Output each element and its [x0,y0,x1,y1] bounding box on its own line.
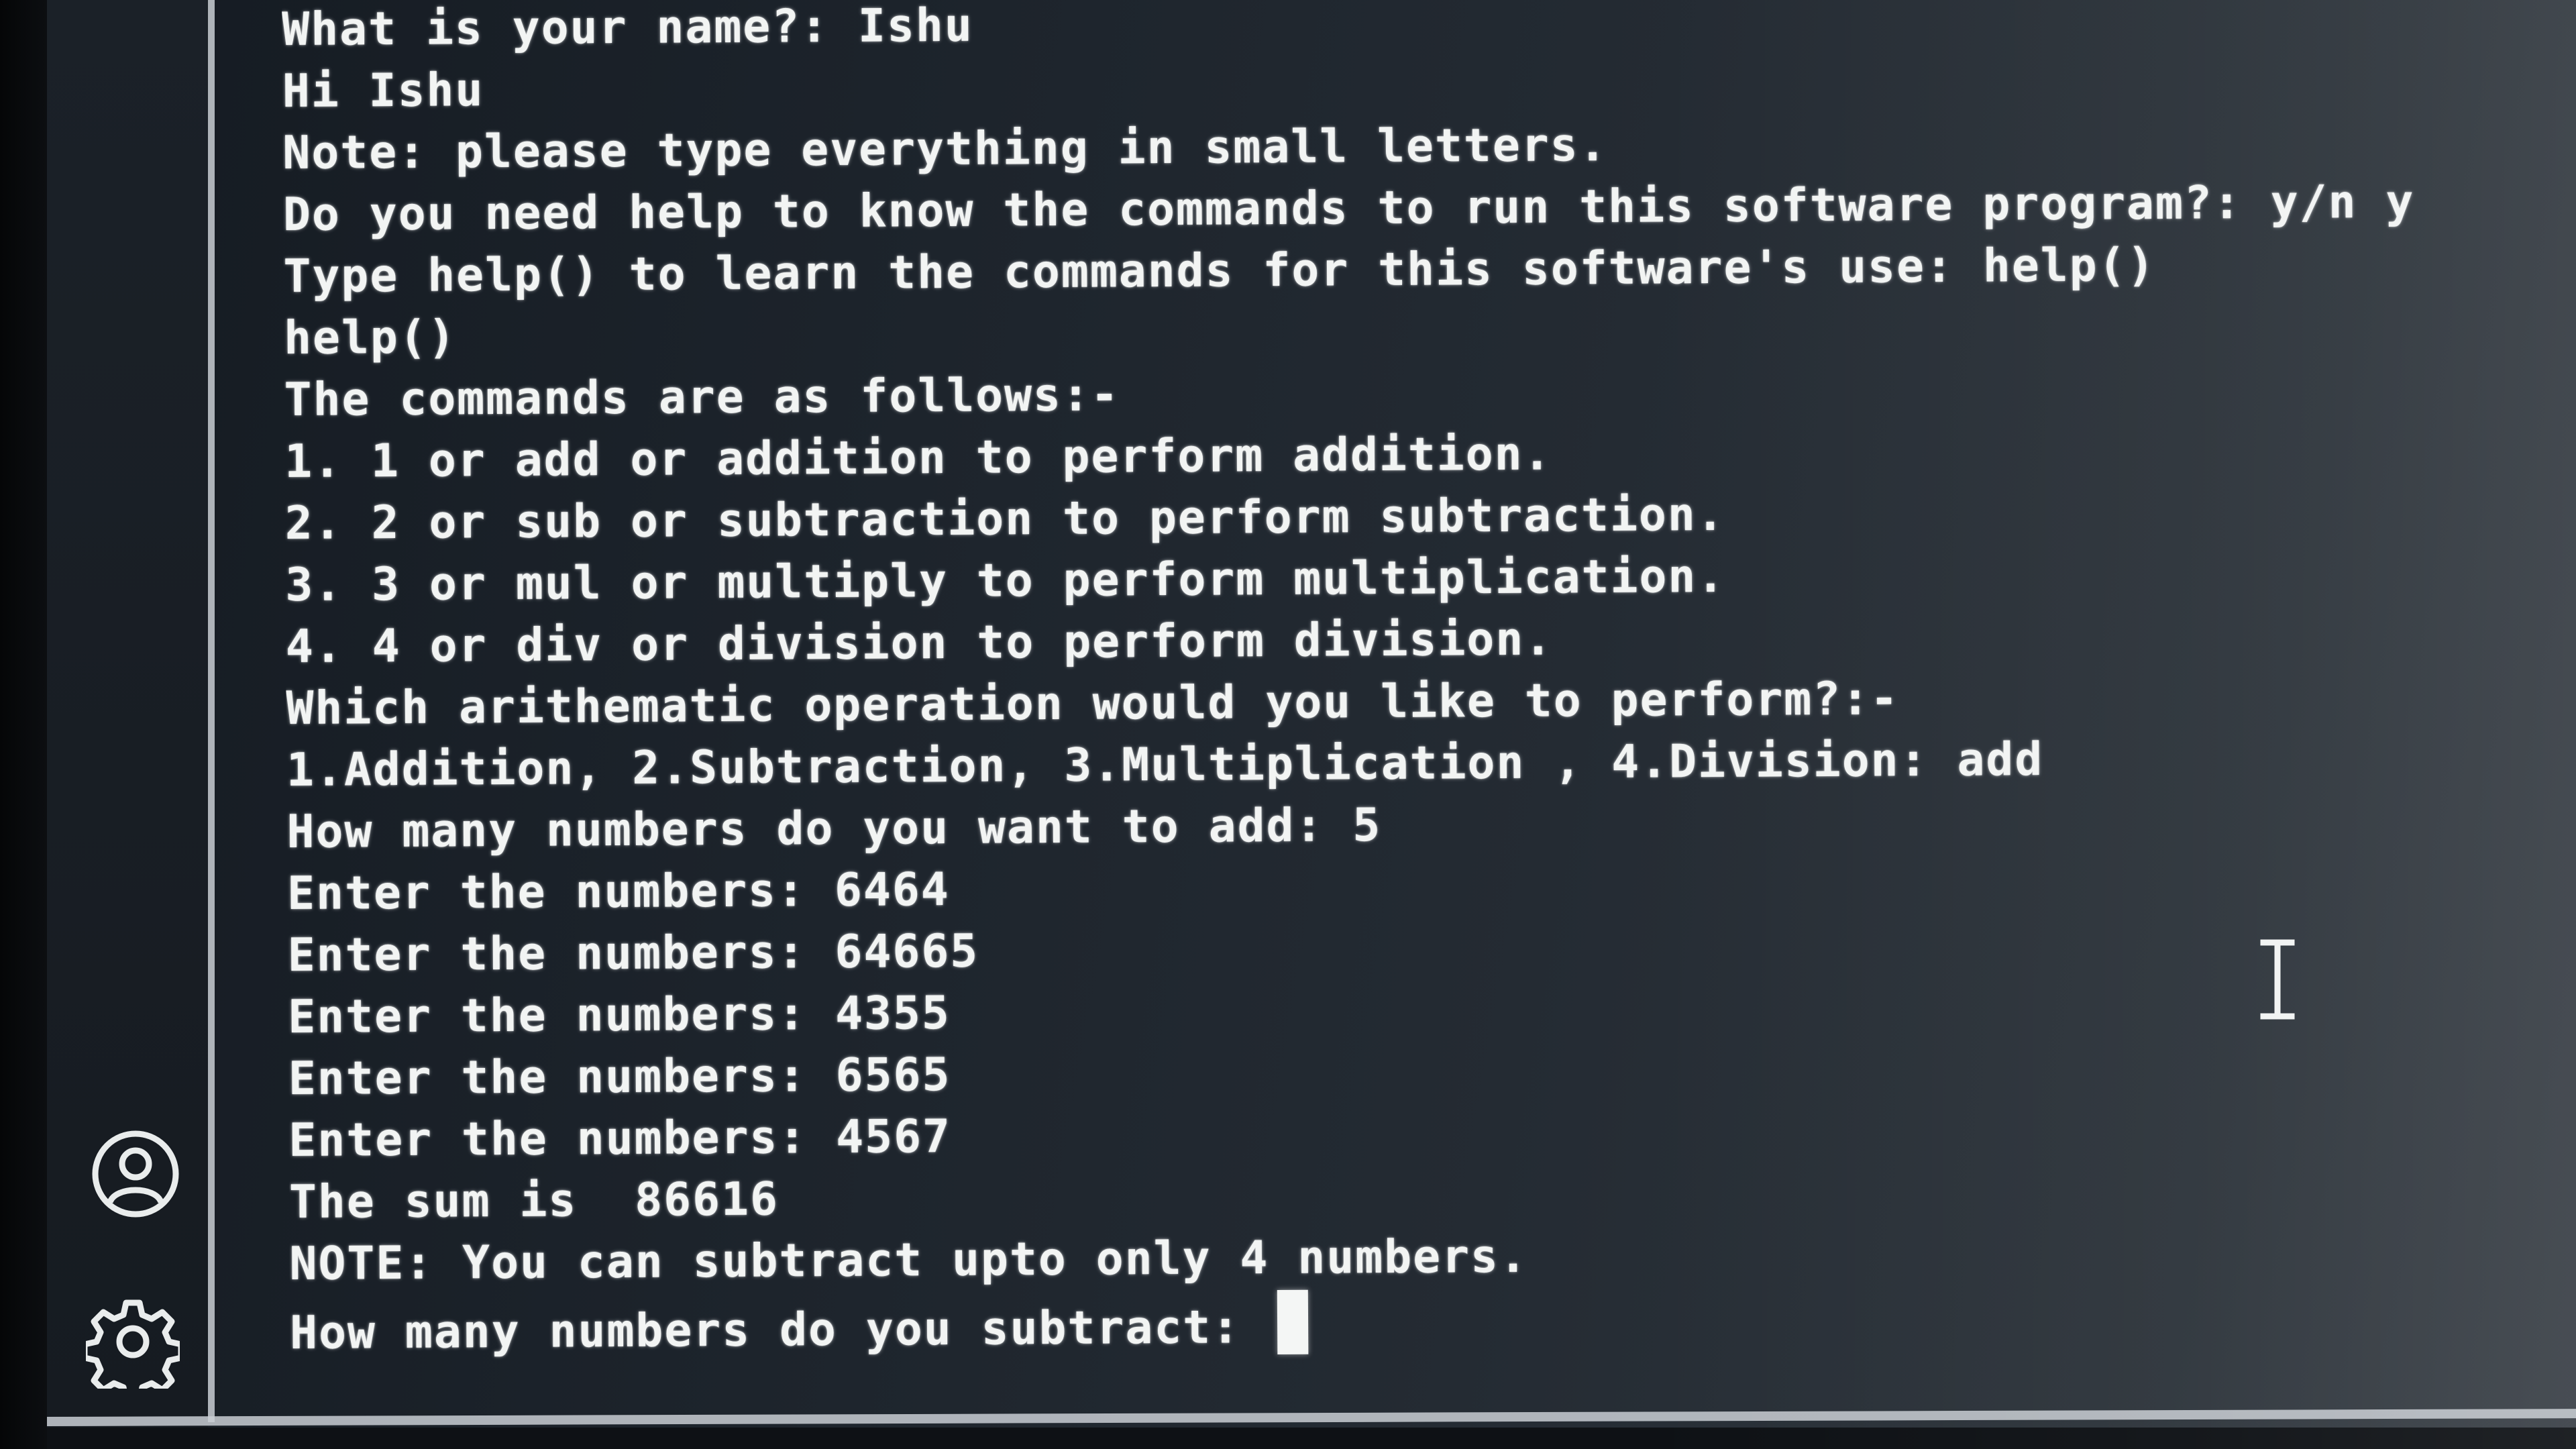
terminal-line: 4. 4 or div or division to perform divis… [285,612,1554,674]
terminal-line: Note: please type everything in small le… [282,118,1608,180]
terminal-line: 2. 2 or sub or subtraction to perform su… [284,488,1725,550]
screen: What is your name?: Ishu Hi Ishu Note: p… [0,0,2576,1449]
terminal-line: The commands are as follows:- [284,368,1120,427]
terminal-line: 3. 3 or mul or multiply to perform multi… [285,549,1726,612]
terminal-line: 1.Addition, 2.Subtraction, 3.Multiplicat… [286,733,2044,797]
terminal-line: Enter the numbers: 4355 [288,986,951,1044]
panel-divider [208,0,215,1422]
status-strip [47,1428,2576,1449]
settings-gear-icon[interactable] [86,1295,180,1389]
terminal-prompt-text: How many numbers do you subtract: [289,1301,1270,1360]
terminal-line: help() [283,311,457,365]
terminal-line: Which arithematic operation would you li… [286,672,1900,735]
terminal-line: Enter the numbers: 6464 [286,863,950,920]
terminal-prompt-line[interactable]: How many numbers do you subtract: [289,1289,1309,1364]
terminal-line: Hi Ishu [282,64,484,118]
terminal-line: Do you need help to know the commands to… [282,175,2415,241]
terminal-line: 1. 1 or add or addition to perform addit… [284,427,1552,488]
terminal-line: Enter the numbers: 64665 [287,924,979,982]
account-icon[interactable] [89,1127,182,1221]
terminal-line: Type help() to learn the commands for th… [283,238,2156,303]
terminal-line: Enter the numbers: 4567 [288,1110,952,1167]
terminal-line: The sum is 86616 [288,1173,780,1229]
terminal-output[interactable]: What is your name?: Ishu Hi Ishu Note: p… [282,0,2544,1409]
ibeam-cursor-icon [2254,936,2301,1023]
terminal-line: NOTE: You can subtract upto only 4 numbe… [289,1230,1529,1291]
monitor-bezel [0,0,47,1449]
terminal-line: Enter the numbers: 6565 [288,1048,951,1106]
activity-bar [47,0,208,1429]
terminal-line: What is your name?: Ishu [282,0,974,56]
panel-bottom-border [47,1409,2576,1426]
terminal-line: How many numbers do you want to add: 5 [286,799,1382,859]
text-cursor [1277,1289,1309,1354]
